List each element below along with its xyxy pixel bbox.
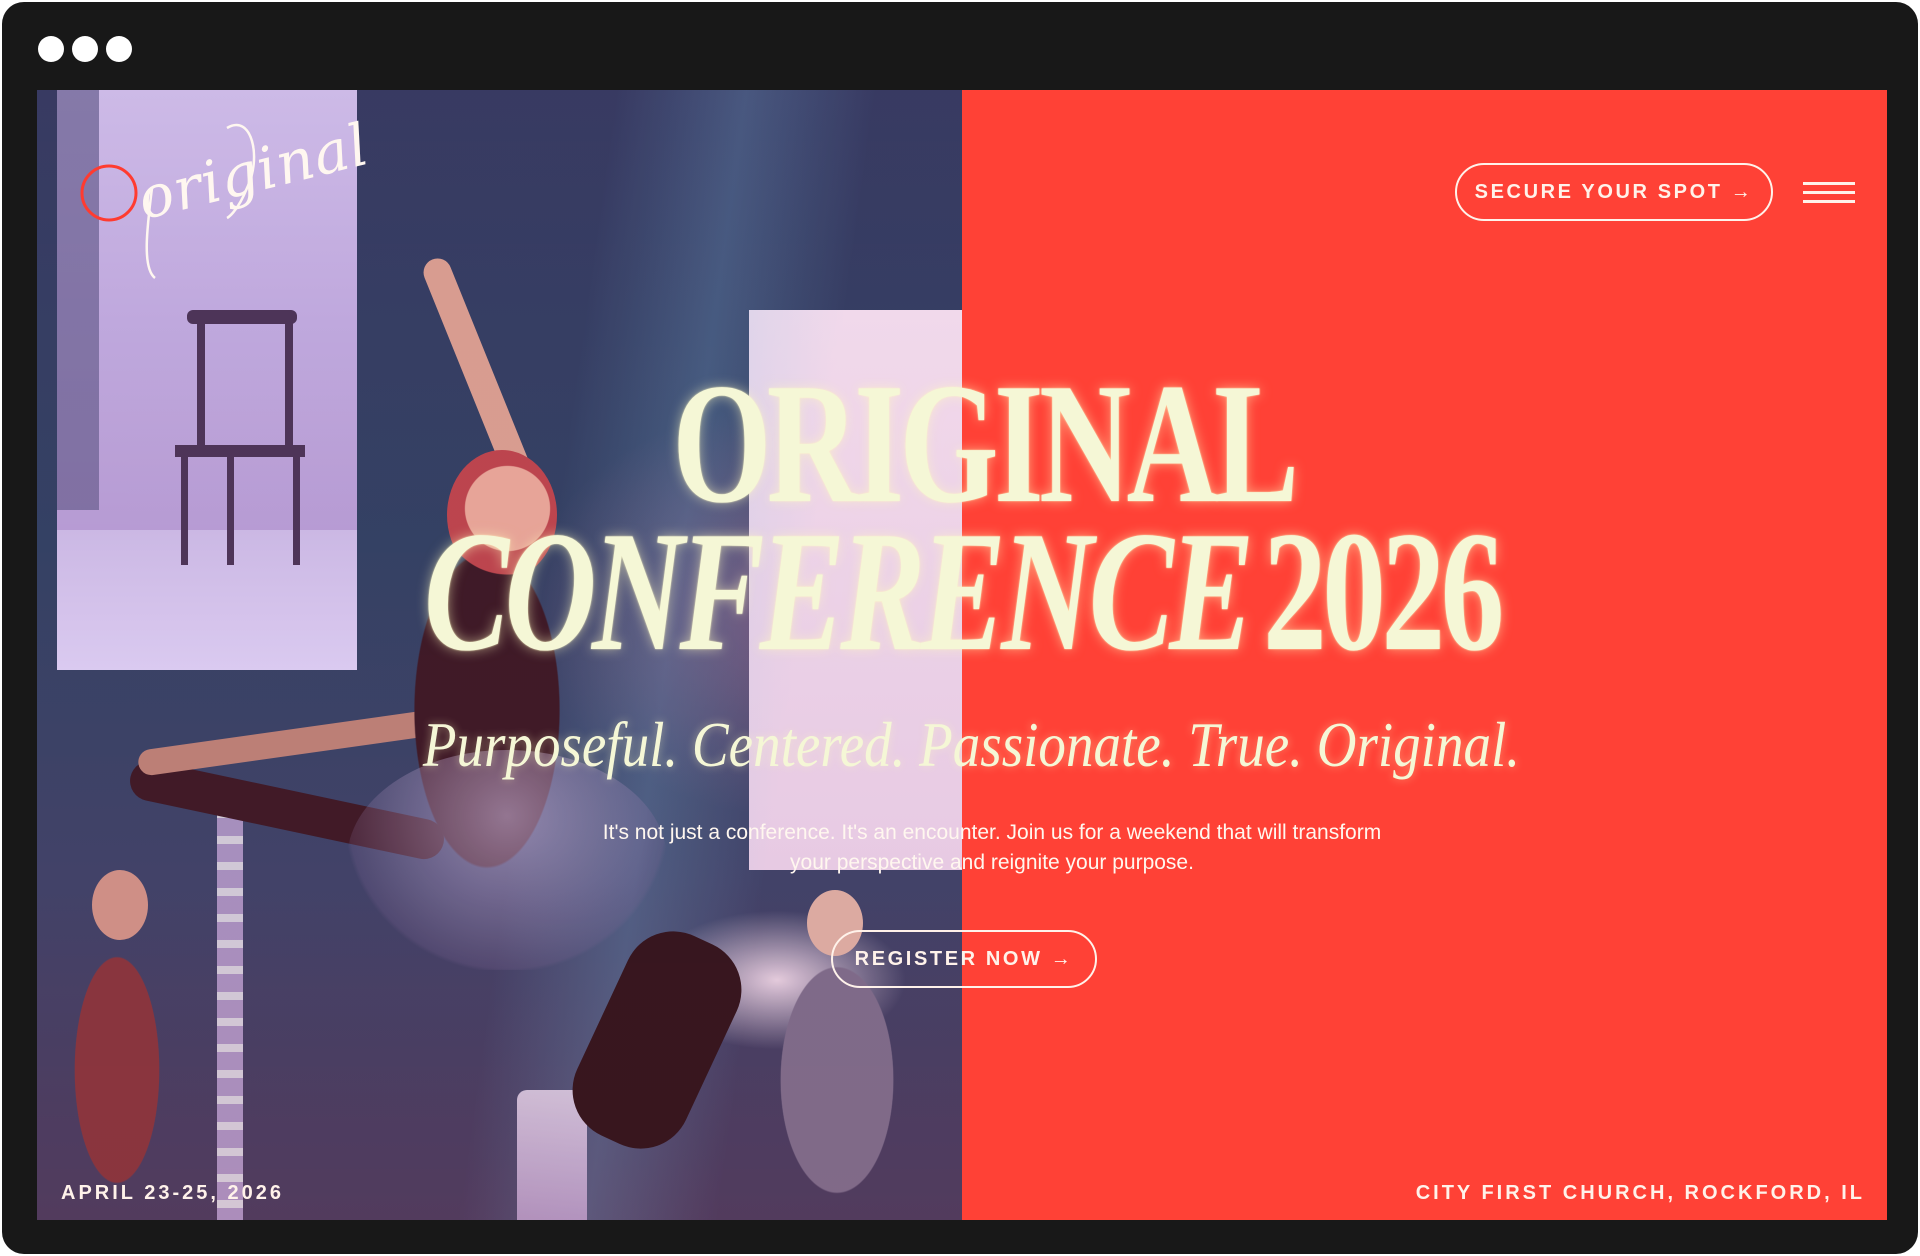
browser-window: original SECURE YOUR SPOT → ORIGINAL CON… (2, 2, 1918, 1254)
window-controls (38, 36, 132, 62)
hamburger-menu-icon[interactable] (1803, 182, 1855, 206)
hero-description: It's not just a conference. It's an enco… (602, 821, 1382, 874)
hero-title-conference: CONFERENCE (424, 497, 1254, 687)
event-date: APRIL 23-25, 2026 (61, 1182, 284, 1204)
window-dot-minimize[interactable] (72, 36, 98, 62)
register-now-button[interactable]: REGISTER NOW → (831, 930, 1097, 988)
window-dot-close[interactable] (38, 36, 64, 62)
hero-tagline: Purposeful. Centered. Passionate. True. … (422, 709, 1521, 780)
window-dot-maximize[interactable] (106, 36, 132, 62)
hero-title-line2: CONFERENCE2026 (278, 506, 1647, 678)
page-viewport: original SECURE YOUR SPOT → ORIGINAL CON… (37, 90, 1887, 1220)
original-logo[interactable]: original (77, 110, 376, 279)
event-venue: CITY FIRST CHURCH, ROCKFORD, IL (1415, 1182, 1865, 1204)
secure-your-spot-button[interactable]: SECURE YOUR SPOT → (1455, 163, 1773, 221)
hero-title-year: 2026 (1263, 497, 1504, 687)
